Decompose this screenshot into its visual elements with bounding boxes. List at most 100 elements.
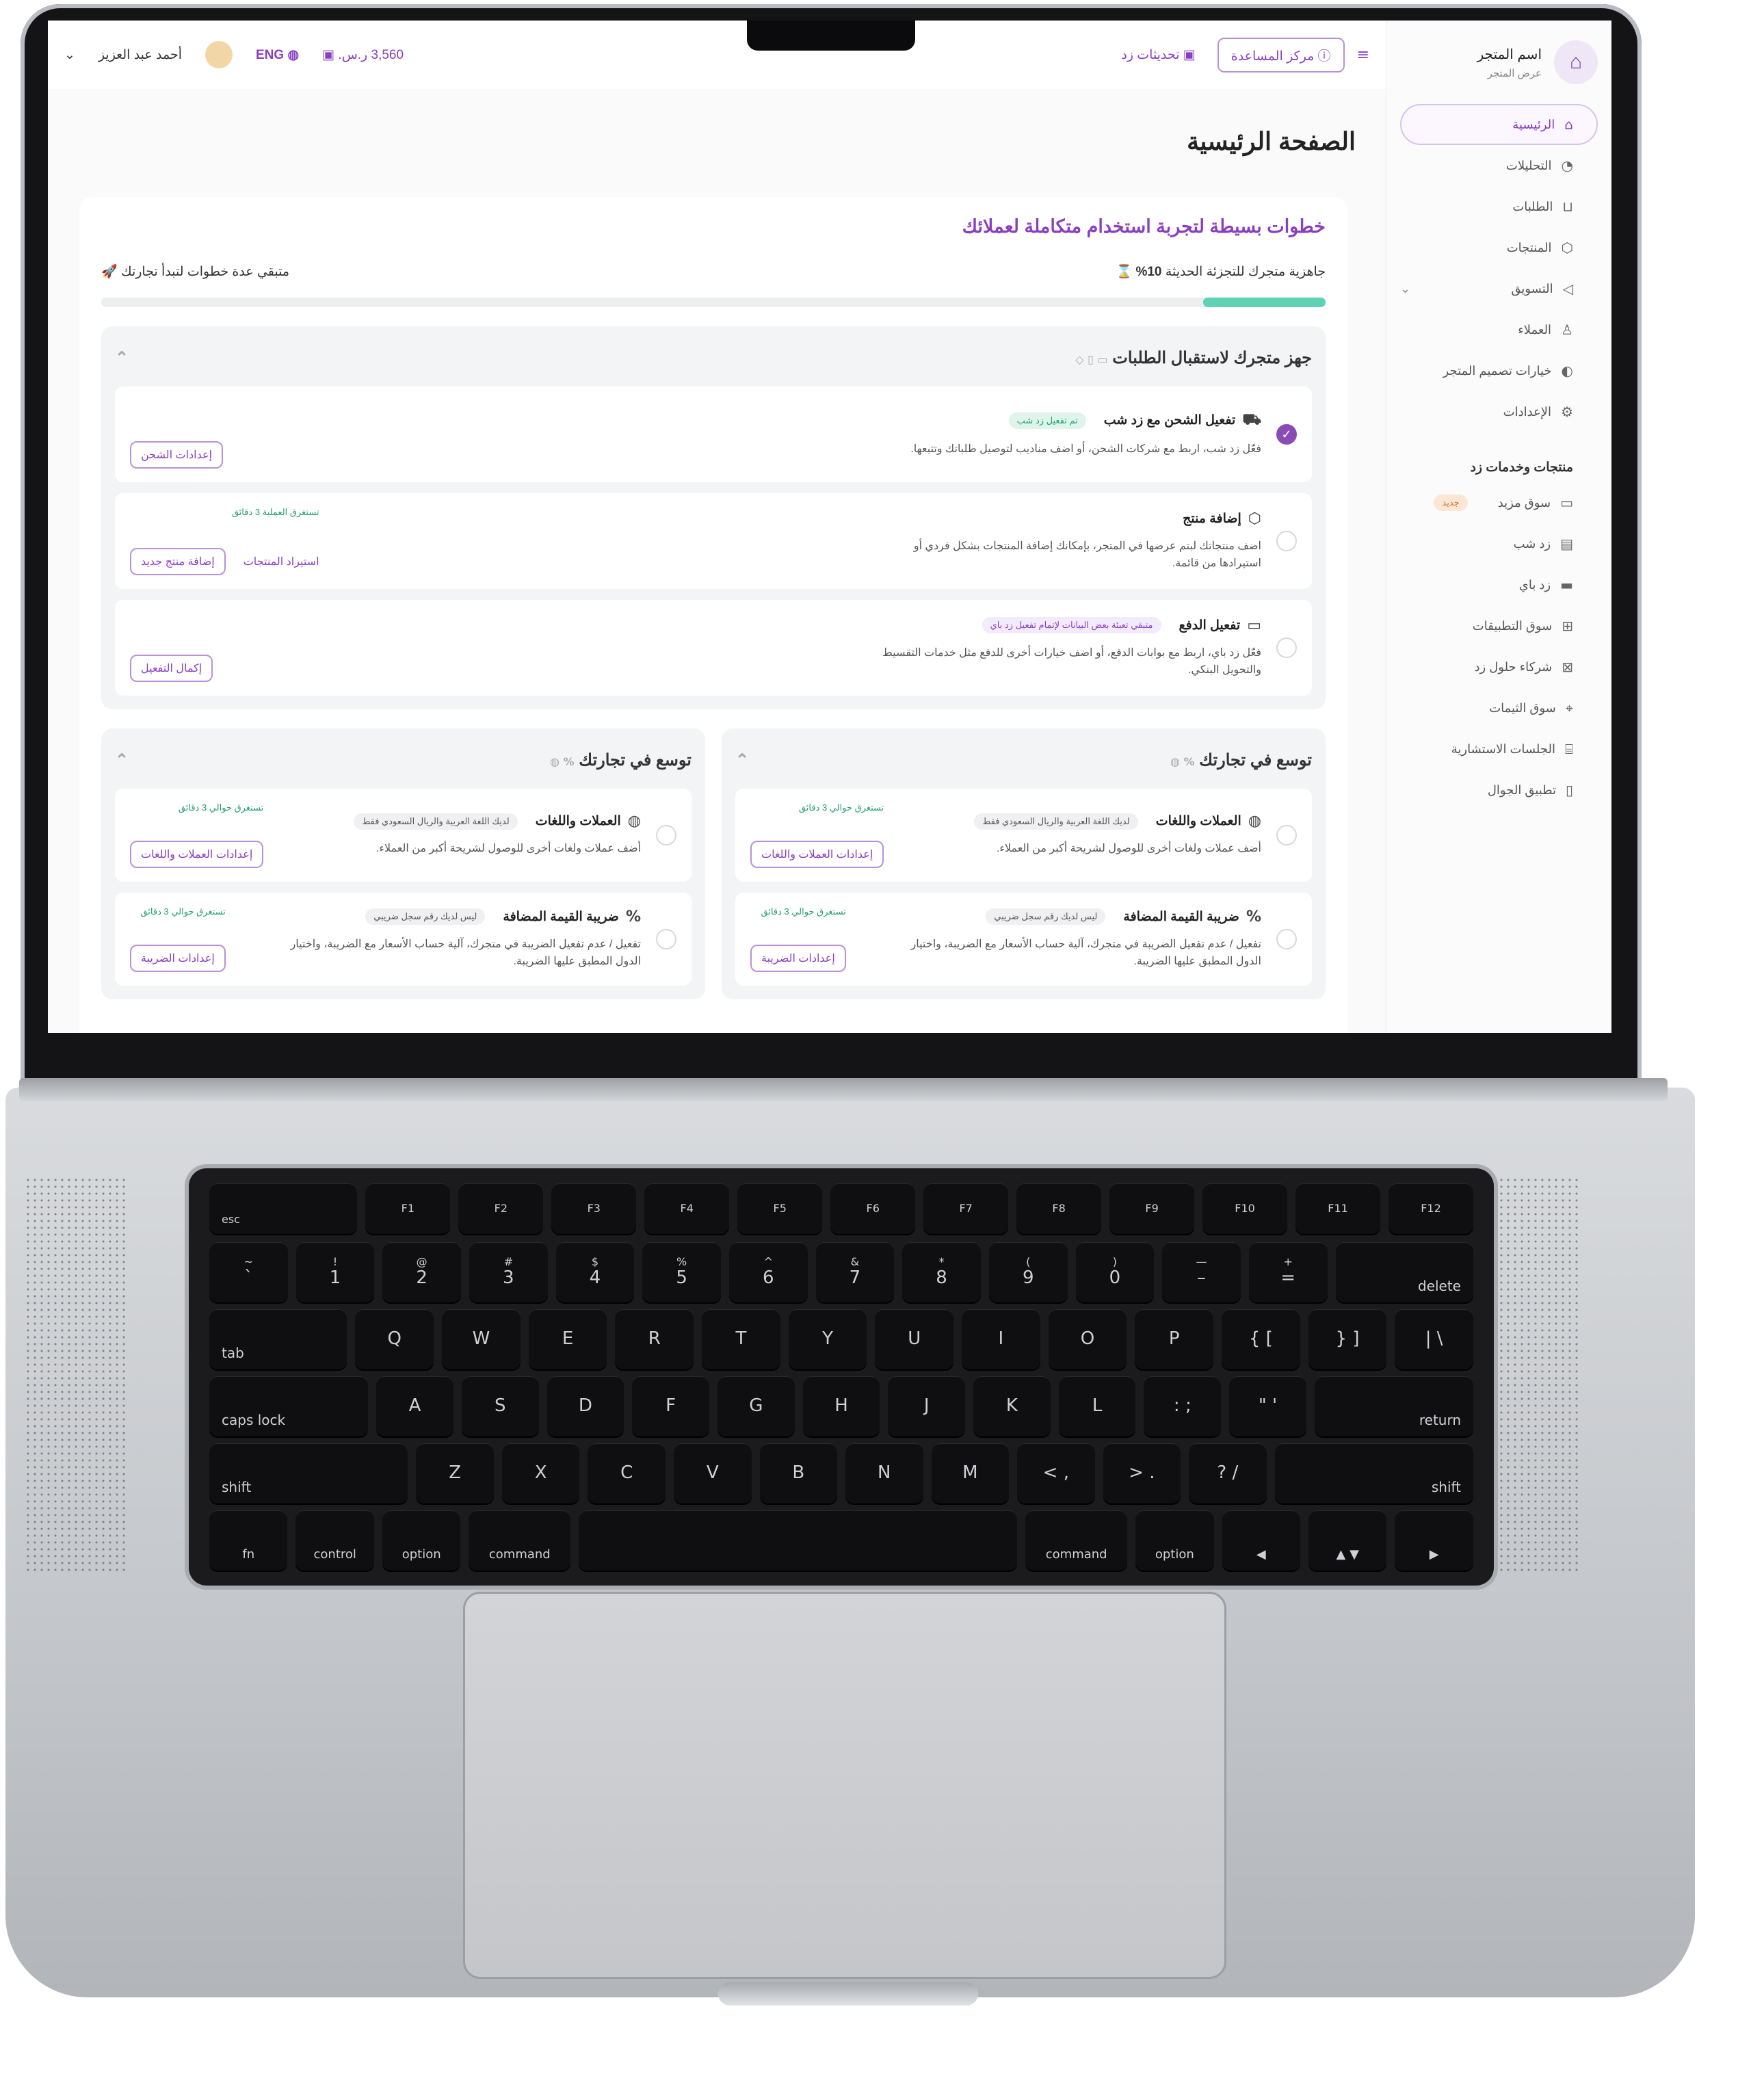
key-F[interactable]: F [632, 1376, 709, 1436]
key-9[interactable]: (9 [988, 1242, 1068, 1302]
key-delete[interactable]: delete [1335, 1242, 1473, 1302]
key-X[interactable]: X [501, 1443, 580, 1503]
sidebar-item[interactable]: ◁ التسويق ⌄ [1400, 268, 1598, 309]
key-I[interactable]: I [962, 1309, 1040, 1369]
sidebar-item[interactable]: ⌂ الرئيسية [1400, 104, 1598, 145]
sidebar-item[interactable]: ⬡ المنتجات [1400, 227, 1598, 268]
key-option-left[interactable]: option [382, 1510, 461, 1571]
key-"[interactable]: " ' [1229, 1376, 1306, 1436]
key-C[interactable]: C [588, 1443, 666, 1503]
step-checkbox[interactable] [1276, 825, 1297, 845]
step-action-button[interactable]: إعدادات الشحن [130, 441, 224, 469]
key-2[interactable]: @2 [382, 1242, 461, 1302]
key-U[interactable]: U [875, 1309, 954, 1369]
key-{[interactable]: { [ [1222, 1309, 1300, 1369]
key-:[interactable]: : ; [1144, 1376, 1222, 1436]
key-f3[interactable]: F3 [551, 1183, 637, 1234]
step-checkbox[interactable] [1276, 531, 1297, 551]
card-header[interactable]: توسع في تجارتك % ◍ ⌃ [115, 742, 692, 778]
key-M[interactable]: M [931, 1443, 1010, 1503]
card-header[interactable]: توسع في تجارتك % ◍ ⌃ [735, 742, 1312, 778]
key-L[interactable]: L [1058, 1376, 1136, 1436]
sidebar-item[interactable]: ▤ زد شب [1400, 523, 1598, 564]
key-f11[interactable]: F11 [1295, 1183, 1381, 1234]
key-–[interactable]: — – [1162, 1242, 1241, 1302]
sidebar-item[interactable]: ⊞ سوق التطبيقات [1400, 605, 1598, 646]
step-checkbox[interactable]: ✓ [1276, 424, 1297, 445]
key-3[interactable]: #3 [469, 1242, 548, 1302]
avatar[interactable] [205, 41, 233, 68]
balance[interactable]: ▣ 3,560 ر.س. [322, 47, 404, 63]
key-K[interactable]: K [973, 1376, 1051, 1436]
sidebar-item[interactable]: ◔ التحليلات [1400, 145, 1598, 186]
step-checkbox[interactable] [656, 929, 676, 949]
import-products-link[interactable]: استيراد المنتجات [243, 555, 319, 568]
key-arrow-up-down[interactable]: ▲ ▼ [1308, 1510, 1387, 1571]
step-action-button[interactable]: إعدادات العملات واللغات [750, 841, 884, 868]
key-?[interactable]: ? / [1189, 1443, 1267, 1503]
step-action-button[interactable]: إعدادات الضريبة [130, 945, 226, 972]
key-command-right[interactable]: command [1025, 1510, 1128, 1571]
step-action-button[interactable]: إضافة منتج جديد [130, 548, 226, 575]
key-1[interactable]: ! 1 [295, 1242, 375, 1302]
key-shift-right[interactable]: shift [1274, 1443, 1474, 1503]
key-f2[interactable]: F2 [458, 1183, 544, 1234]
key-<[interactable]: < , [1017, 1443, 1095, 1503]
key-return[interactable]: return [1314, 1376, 1474, 1436]
step-checkbox[interactable] [1276, 638, 1297, 658]
step-checkbox[interactable] [1276, 929, 1297, 949]
sidebar-item[interactable]: ▬ زد باي [1400, 564, 1598, 605]
user-name[interactable]: أحمد عبد العزيز [98, 47, 182, 63]
key-S[interactable]: S [461, 1376, 539, 1436]
help-center-button[interactable]: ⓘ مركز المساعدة [1217, 37, 1345, 73]
card-header[interactable]: جهز متجرك لاستقبال الطلبات ▭ ▯ ◇ ⌃ [115, 340, 1312, 376]
key-B[interactable]: B [759, 1443, 838, 1503]
key-option-right[interactable]: option [1135, 1510, 1214, 1571]
key-Z[interactable]: Z [416, 1443, 494, 1503]
key-O[interactable]: O [1048, 1309, 1127, 1369]
key-f6[interactable]: F6 [830, 1183, 916, 1234]
key-f5[interactable]: F5 [737, 1183, 823, 1234]
key-7[interactable]: & 7 [815, 1242, 895, 1302]
key-f9[interactable]: F9 [1109, 1183, 1195, 1234]
key-8[interactable]: * 8 [902, 1242, 981, 1302]
updates-link[interactable]: ▣ تحديثات زد [1121, 47, 1195, 63]
key-G[interactable]: G [717, 1376, 795, 1436]
key-arrow-right[interactable]: ▶ [1395, 1510, 1473, 1571]
key-f12[interactable]: F12 [1388, 1183, 1473, 1234]
key-Y[interactable]: Y [788, 1309, 867, 1369]
trackpad[interactable] [465, 1594, 1224, 1977]
key-A[interactable]: A [376, 1376, 453, 1436]
key-`[interactable]: ~ ` [209, 1242, 288, 1302]
sidebar-item[interactable]: ⚙ الإعدادات [1400, 391, 1598, 432]
key-0[interactable]: ) 0 [1075, 1242, 1155, 1302]
key-R[interactable]: R [615, 1309, 694, 1369]
key-f10[interactable]: F10 [1202, 1183, 1288, 1234]
key-control[interactable]: control [295, 1510, 374, 1571]
key-N[interactable]: N [845, 1443, 923, 1503]
step-checkbox[interactable] [656, 825, 676, 845]
key-f4[interactable]: F4 [644, 1183, 730, 1234]
view-store-link[interactable]: عرض المتجر [1477, 67, 1542, 79]
key-f1[interactable]: F1 [365, 1183, 451, 1234]
sidebar-item[interactable]: ⌖ سوق الثيمات [1400, 687, 1598, 728]
key-D[interactable]: D [547, 1376, 624, 1436]
collapse-chevron-icon[interactable]: ⌃ [115, 348, 129, 368]
key-fn[interactable]: fn [209, 1510, 288, 1571]
key-arrow-left[interactable]: ◀ [1222, 1510, 1301, 1571]
key-shift-left[interactable]: shift [209, 1443, 408, 1503]
sidebar-item[interactable]: ▭ سوق مزيد جديد [1400, 482, 1598, 523]
key-T[interactable]: T [702, 1309, 780, 1369]
key-space[interactable] [579, 1510, 1018, 1571]
sidebar-item[interactable]: ♙ العملاء [1400, 309, 1598, 350]
key-V[interactable]: V [673, 1443, 752, 1503]
step-action-button[interactable]: إعدادات الضريبة [750, 945, 846, 972]
user-menu-chevron-icon[interactable]: ⌄ [64, 47, 75, 63]
key-tab[interactable]: tab [209, 1309, 347, 1369]
key-f7[interactable]: F7 [923, 1183, 1009, 1234]
key-5[interactable]: % 5 [642, 1242, 721, 1302]
store-brand[interactable]: ⌂ اسم المتجر عرض المتجر [1386, 21, 1611, 89]
sidebar-item[interactable]: ◐ خيارات تصميم المتجر [1400, 350, 1598, 391]
key-E[interactable]: E [528, 1309, 607, 1369]
key-6[interactable]: ^ 6 [728, 1242, 808, 1302]
